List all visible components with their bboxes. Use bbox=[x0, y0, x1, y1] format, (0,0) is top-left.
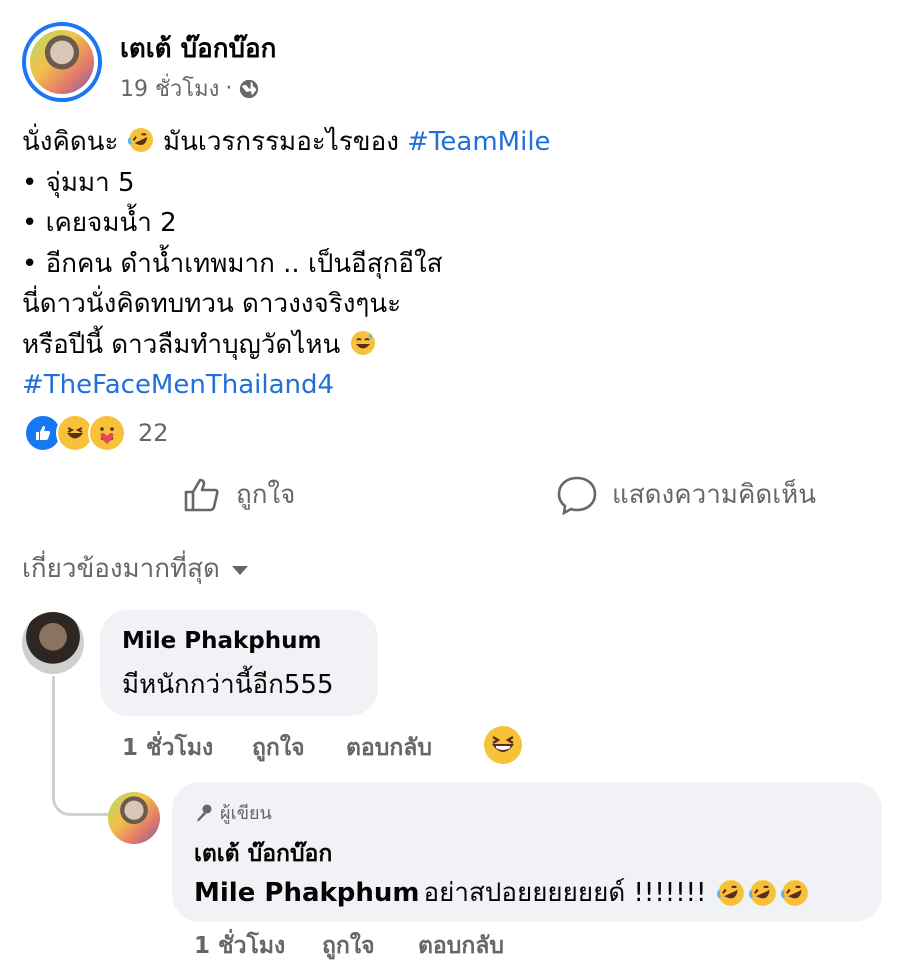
reply-reply-button[interactable]: ตอบกลับ bbox=[418, 928, 504, 964]
like-button[interactable]: ถูกใจ bbox=[182, 474, 295, 515]
caret-down-icon bbox=[231, 566, 248, 575]
hashtag-link[interactable]: #TheFaceMenThailand4 bbox=[22, 370, 334, 400]
post-text: มันเวรกรรมอะไรของ bbox=[163, 127, 399, 157]
post-line-4: • อีกคน ดำน้ำเทพมาก .. เป็นอีสุกอีใส bbox=[22, 248, 443, 279]
haha-icon[interactable] bbox=[482, 724, 524, 766]
post-text: นั่งคิดนะ bbox=[22, 127, 119, 157]
sort-label: เกี่ยวข้องมากที่สุด bbox=[22, 554, 220, 584]
comment-bubble-icon bbox=[557, 476, 597, 515]
rofl-emoji-icon bbox=[127, 128, 153, 152]
author-badge-label: ผู้เขียน bbox=[220, 803, 272, 824]
hashtag-link[interactable]: #TeamMile bbox=[407, 127, 550, 157]
post-body: นั่งคิดนะ มันเวรกรรมอะไรของ #TeamMile • … bbox=[22, 122, 882, 406]
reply-author-avatar[interactable] bbox=[108, 792, 160, 844]
reaction-count[interactable]: 22 bbox=[138, 419, 169, 447]
like-label: ถูกใจ bbox=[236, 480, 296, 510]
post-line-7: #TheFaceMenThailand4 bbox=[22, 365, 882, 406]
meta-separator: · bbox=[225, 76, 233, 101]
globe-icon bbox=[240, 79, 259, 98]
comment-reply-button[interactable]: ตอบกลับ bbox=[346, 730, 432, 766]
post-line-2: • จุ่มมา 5 bbox=[22, 167, 135, 198]
comment-like-button[interactable]: ถูกใจ bbox=[252, 730, 305, 766]
mention-link[interactable]: Mile Phakphum bbox=[194, 878, 420, 908]
post-line-3: • เคยจมน้ำ 2 bbox=[22, 208, 177, 238]
comment-button[interactable]: แสดงความคิดเห็น bbox=[556, 474, 816, 515]
rofl-emoji-icon bbox=[781, 879, 809, 906]
author-avatar[interactable] bbox=[22, 22, 102, 102]
post-text: หรือปีนี้ ดาวลืมทำบุญวัดไหน bbox=[22, 329, 341, 360]
microphone-icon bbox=[197, 804, 212, 821]
post-line-5: นี่ดาวนั่งคิดทบทวน ดาวงงจริงๆนะ bbox=[22, 289, 402, 319]
post-time[interactable]: 19 ชั่วโมง bbox=[120, 71, 219, 106]
reply-body: อย่าสปอยยยยยยด์ !!!!!!! bbox=[423, 878, 707, 908]
emoji-group bbox=[716, 878, 810, 908]
comment-sort-dropdown[interactable]: เกี่ยวข้องมากที่สุด bbox=[22, 548, 248, 589]
care-icon bbox=[88, 414, 126, 452]
rofl-emoji-icon bbox=[749, 879, 777, 906]
post-meta: 19 ชั่วโมง · bbox=[120, 71, 260, 106]
reply-text: Mile Phakphum อย่าสปอยยยยยยด์ !!!!!!! bbox=[194, 872, 810, 913]
commenter-name[interactable]: Mile Phakphum bbox=[122, 628, 322, 654]
thumbs-up-icon bbox=[184, 478, 219, 511]
reply-time[interactable]: 1 ชั่วโมง bbox=[194, 928, 285, 964]
sweat-smile-emoji-icon bbox=[350, 330, 375, 355]
author-name[interactable]: เตเต้ บ๊อกบ๊อก bbox=[120, 28, 276, 69]
comment-time[interactable]: 1 ชั่วโมง bbox=[122, 730, 213, 766]
rofl-emoji-icon bbox=[717, 879, 745, 906]
author-badge: ผู้เขียน bbox=[194, 798, 272, 827]
comment-label: แสดงความคิดเห็น bbox=[612, 480, 817, 510]
commenter-avatar[interactable] bbox=[22, 612, 84, 674]
reaction-summary[interactable]: 22 bbox=[24, 414, 169, 452]
post-line-6: หรือปีนี้ ดาวลืมทำบุญวัดไหน bbox=[22, 325, 882, 366]
comment-text: มีหนักกว่านี้อีก555 bbox=[122, 670, 334, 700]
reply-like-button[interactable]: ถูกใจ bbox=[322, 928, 375, 964]
reply-author-name[interactable]: เตเต้ บ๊อกบ๊อก bbox=[194, 836, 332, 872]
post-line-1: นั่งคิดนะ มันเวรกรรมอะไรของ #TeamMile bbox=[22, 122, 882, 163]
avatar-image bbox=[30, 30, 94, 94]
